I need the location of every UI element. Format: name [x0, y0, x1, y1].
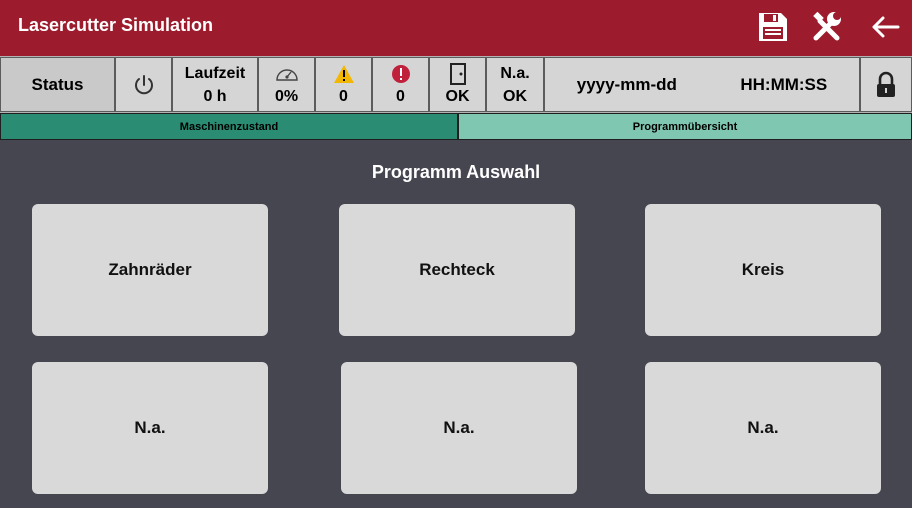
power-cell[interactable]	[115, 57, 172, 112]
section-title: Programm Auswahl	[371, 162, 541, 182]
door-cell: OK	[429, 57, 486, 112]
save-icon[interactable]	[756, 10, 790, 44]
program-button-na-2[interactable]: N.a.	[341, 362, 577, 494]
program-button-zahnraeder[interactable]: Zahnräder	[32, 204, 268, 336]
na-label: N.a.	[500, 64, 530, 82]
speedometer-icon	[275, 68, 298, 81]
lock-icon[interactable]	[875, 71, 897, 99]
warning-count: 0	[339, 87, 348, 105]
warning-icon	[333, 64, 354, 83]
power-icon[interactable]	[132, 73, 156, 97]
runtime-cell: Laufzeit 0 h	[172, 57, 258, 112]
runtime-value: 0 h	[203, 87, 227, 105]
status-label: Status	[31, 74, 84, 94]
load-value: 0%	[274, 87, 299, 105]
time-display: HH:MM:SS	[740, 74, 828, 94]
tab-bar: Maschinenzustand Programmübersicht	[0, 113, 912, 140]
datetime-cell: yyyy-mm-dd HH:MM:SS	[544, 57, 860, 112]
na-cell: N.a. OK	[486, 57, 544, 112]
error-icon	[391, 64, 410, 83]
warning-cell: 0	[315, 57, 372, 112]
back-arrow-icon[interactable]	[868, 10, 902, 44]
date-display: yyyy-mm-dd	[576, 74, 677, 94]
tab-maschinenzustand[interactable]: Maschinenzustand	[0, 113, 458, 140]
error-cell: 0	[372, 57, 429, 112]
tools-icon[interactable]	[810, 10, 844, 44]
status-cell: Status	[0, 57, 115, 112]
door-icon	[449, 62, 466, 85]
na-status: OK	[503, 87, 527, 105]
lock-cell[interactable]	[860, 57, 912, 112]
program-button-rechteck[interactable]: Rechteck	[339, 204, 575, 336]
program-button-kreis[interactable]: Kreis	[645, 204, 881, 336]
app-header: Lasercutter Simulation	[0, 0, 912, 56]
program-button-na-3[interactable]: N.a.	[645, 362, 881, 494]
error-count: 0	[396, 87, 405, 105]
load-cell: 0%	[258, 57, 315, 112]
program-button-na-1[interactable]: N.a.	[32, 362, 268, 494]
door-status: OK	[445, 87, 470, 105]
app-title: Lasercutter Simulation	[18, 15, 214, 35]
tab-programmuebersicht[interactable]: Programmübersicht	[458, 113, 912, 140]
runtime-label: Laufzeit	[184, 64, 246, 82]
